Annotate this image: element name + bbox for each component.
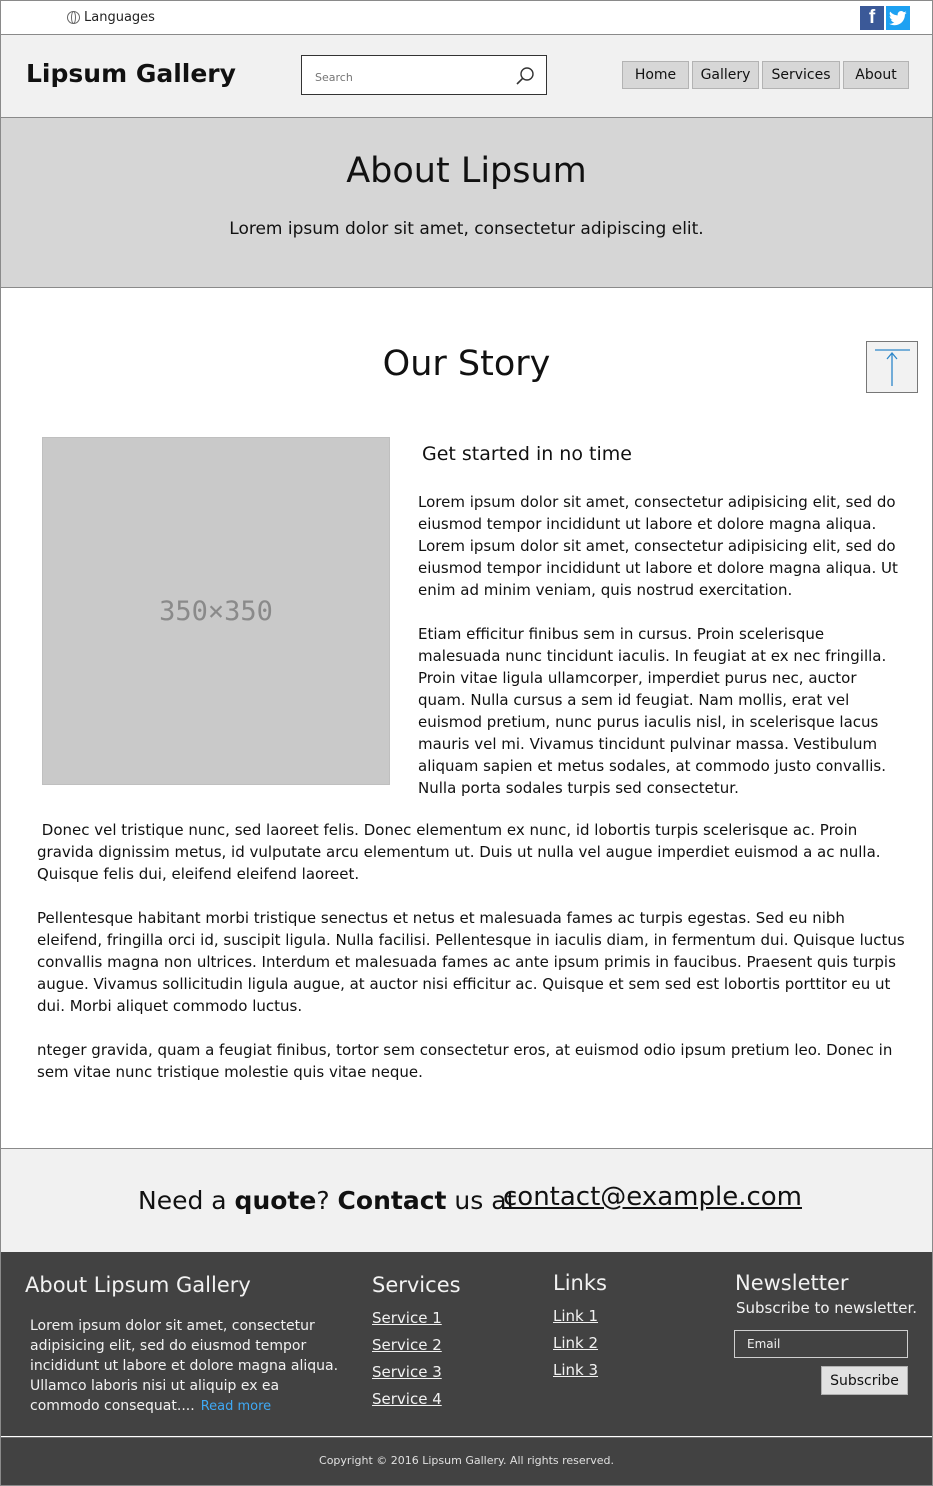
footer-about-text: Lorem ipsum dolor sit amet, consectetur …	[30, 1316, 340, 1417]
body-paragraph: nteger gravida, quam a feugiat finibus, …	[37, 1041, 893, 1081]
body-paragraph: Donec vel tristique nunc, sed laoreet fe…	[37, 821, 886, 883]
search-icon[interactable]	[515, 66, 535, 86]
cta-qmark: ?	[316, 1186, 338, 1215]
subscribe-button[interactable]: Subscribe	[821, 1366, 908, 1395]
body-paragraph: Pellentesque habitant morbi tristique se…	[37, 909, 905, 1015]
arrow-up-icon	[875, 349, 910, 386]
site-header: Lipsum Gallery Home Gallery Services Abo…	[1, 35, 932, 118]
footer-link[interactable]: Link 1	[553, 1307, 598, 1325]
footer-links-title: Links	[553, 1271, 607, 1295]
hero-subtitle: Lorem ipsum dolor sit amet, consectetur …	[229, 219, 704, 239]
contact-email-link[interactable]: contact@example.com	[503, 1182, 802, 1212]
social-links: f	[860, 6, 910, 30]
search-box	[301, 55, 547, 95]
story-subheading: Get started in no time	[422, 443, 632, 465]
footer-services-list: Service 1 Service 2 Service 3 Service 4	[372, 1309, 442, 1417]
footer-service-link[interactable]: Service 2	[372, 1336, 442, 1354]
nav-about[interactable]: About	[843, 61, 909, 89]
footer-about-body: Lorem ipsum dolor sit amet, consectetur …	[30, 1318, 339, 1414]
story-body-text: Donec vel tristique nunc, sed laoreet fe…	[37, 819, 907, 1105]
side-paragraph: Lorem ipsum dolor sit amet, consectetur …	[418, 493, 898, 599]
globe-icon	[67, 11, 80, 24]
footer-links-list: Link 1 Link 2 Link 3	[553, 1307, 598, 1388]
footer-link[interactable]: Link 3	[553, 1361, 598, 1379]
language-label: Languages	[84, 10, 155, 25]
cta-text: Need a quote? Contact us at	[138, 1186, 516, 1215]
top-bar: Languages f	[1, 1, 932, 35]
side-paragraph: Etiam efficitur finibus sem in cursus. P…	[418, 625, 887, 797]
copyright-bar: Copyright © 2016 Lipsum Gallery. All rig…	[1, 1437, 932, 1485]
brand-logo[interactable]: Lipsum Gallery	[26, 59, 236, 88]
footer-services-title: Services	[372, 1273, 461, 1297]
footer-newsletter-title: Newsletter	[735, 1271, 849, 1295]
newsletter-email-field[interactable]	[734, 1330, 908, 1358]
hero-title: About Lipsum	[346, 151, 587, 191]
back-to-top-button[interactable]	[866, 341, 918, 393]
facebook-icon[interactable]: f	[860, 6, 884, 30]
language-selector[interactable]: Languages	[67, 10, 155, 25]
cta-contact: Contact	[337, 1186, 447, 1215]
cta-need: Need a	[138, 1186, 235, 1215]
nav-home[interactable]: Home	[622, 61, 689, 89]
footer-service-link[interactable]: Service 1	[372, 1309, 442, 1327]
section-title: Our Story	[382, 344, 551, 384]
footer-service-link[interactable]: Service 3	[372, 1363, 442, 1381]
story-image-placeholder: 350×350	[42, 437, 390, 785]
story-side-text: Lorem ipsum dolor sit amet, consectetur …	[418, 491, 904, 821]
nav-gallery[interactable]: Gallery	[692, 61, 759, 89]
main-nav: Home Gallery Services About	[622, 61, 909, 89]
twitter-icon[interactable]	[886, 6, 910, 30]
hero-banner: About Lipsum Lorem ipsum dolor sit amet,…	[1, 118, 932, 288]
contact-cta: Need a quote? Contact us at contact@exam…	[1, 1148, 932, 1253]
footer-about-title: About Lipsum Gallery	[25, 1273, 251, 1297]
cta-quote: quote	[234, 1186, 317, 1215]
newsletter-subtitle: Subscribe to newsletter.	[736, 1299, 918, 1317]
site-footer: About Lipsum Gallery Lorem ipsum dolor s…	[1, 1252, 932, 1436]
footer-link[interactable]: Link 2	[553, 1334, 598, 1352]
nav-services[interactable]: Services	[762, 61, 840, 89]
read-more-link[interactable]: Read more	[201, 1399, 271, 1414]
footer-service-link[interactable]: Service 4	[372, 1390, 442, 1408]
search-input[interactable]	[313, 67, 507, 87]
